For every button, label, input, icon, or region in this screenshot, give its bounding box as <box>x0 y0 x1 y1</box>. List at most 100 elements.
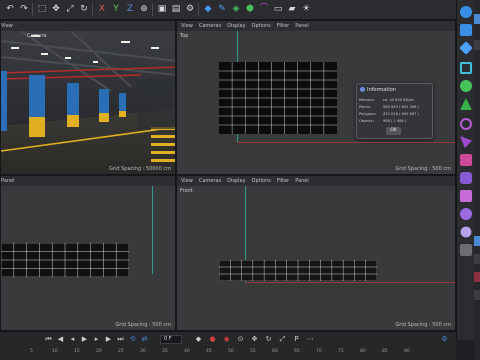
current-frame-field[interactable]: 0 F <box>160 335 182 344</box>
x-axis-icon[interactable]: X <box>96 3 108 15</box>
object-palette <box>456 0 474 340</box>
pen-icon[interactable] <box>460 62 472 74</box>
menu-panel[interactable]: Panel <box>1 178 15 184</box>
timeline-tick-label: 15 <box>74 349 80 354</box>
menu-filter[interactable]: Filter <box>277 178 289 184</box>
grid-spacing-label: Grid Spacing : 500 cm <box>395 322 451 328</box>
next-key-icon[interactable]: ▶ <box>104 335 113 344</box>
cloner-icon[interactable] <box>460 98 472 110</box>
menu-view[interactable]: View <box>181 178 193 184</box>
field-icon[interactable] <box>460 154 472 166</box>
bend-icon[interactable]: ⌒ <box>258 3 270 15</box>
light-icon[interactable] <box>460 226 472 238</box>
scale-icon[interactable]: ⤢ <box>64 3 76 15</box>
grid-spacing-label: Grid Spacing : 500 cm <box>395 166 451 172</box>
menu-display[interactable]: Display <box>227 178 245 184</box>
pen-icon[interactable]: ✎ <box>216 3 228 15</box>
camera-icon[interactable] <box>460 208 472 220</box>
loop-icon[interactable]: ⟲ <box>128 335 137 344</box>
ok-button[interactable]: OK <box>386 127 401 135</box>
main-toolbar: ↶ ↷ ⬚ ✥ ⤢ ↻ X Y Z ⊕ ▣ ▤ ⚙ ◆ ✎ ◈ ⬢ ⌒ ▭ ▰ ☀ <box>0 0 456 20</box>
info-label: Polygons: <box>359 112 377 116</box>
attribute-tab-marker[interactable] <box>474 14 480 24</box>
parking-garage-render <box>1 31 175 174</box>
polygon-icon[interactable] <box>459 41 473 55</box>
attribute-tab-marker[interactable] <box>474 290 480 300</box>
cloner-icon[interactable]: ⬢ <box>244 3 256 15</box>
rotation-key-icon[interactable]: ↻ <box>264 335 273 344</box>
bend-icon[interactable] <box>460 136 472 148</box>
previous-frame-icon[interactable]: ◂ <box>68 335 77 344</box>
loop-range-icon[interactable]: ⇄ <box>140 335 149 344</box>
deformer-icon[interactable] <box>460 118 472 130</box>
attribute-tab-marker[interactable] <box>474 272 480 282</box>
floor-icon[interactable]: ▭ <box>272 3 284 15</box>
sphere-icon[interactable] <box>460 6 472 18</box>
point-level-key-icon[interactable]: ⋯ <box>306 335 315 344</box>
parameter-key-icon[interactable]: P <box>292 335 301 344</box>
light-icon[interactable]: ☀ <box>300 3 312 15</box>
camera-label: Camera <box>27 33 47 39</box>
attribute-tab-marker[interactable] <box>474 254 480 264</box>
timeline-tick-label: 35 <box>162 349 168 354</box>
edit-render-settings-icon[interactable]: ⚙ <box>184 3 196 15</box>
render-view-icon[interactable]: ▣ <box>156 3 168 15</box>
timeline-tick-label: 85 <box>382 349 388 354</box>
info-label: Points: <box>359 105 372 109</box>
menu-cameras[interactable]: Cameras <box>199 178 221 184</box>
building-front-view <box>219 260 377 281</box>
undo-icon[interactable]: ↶ <box>4 3 16 15</box>
perspective-viewport[interactable]: View Camera Grid Spacing: 50000 cm <box>0 20 176 175</box>
x-axis-line <box>237 142 455 143</box>
rotate-icon[interactable]: ↻ <box>78 3 90 15</box>
menu-panel[interactable]: Panel <box>295 178 309 184</box>
right-viewport[interactable]: Panel Grid Spacing : 500 cm <box>0 175 176 331</box>
timeline-tick-label: 50 <box>228 349 234 354</box>
subdivision-icon[interactable]: ◈ <box>230 3 242 15</box>
previous-key-icon[interactable]: ◀ <box>56 335 65 344</box>
keyframe-selection-icon[interactable]: ⊙ <box>236 335 245 344</box>
go-to-start-icon[interactable]: ⏮ <box>44 335 53 344</box>
menu-options[interactable]: Options <box>252 178 271 184</box>
menu-panel[interactable]: Panel <box>295 23 309 29</box>
menu-options[interactable]: Options <box>252 23 271 29</box>
autokey-icon[interactable]: ◉ <box>222 335 231 344</box>
sky-icon[interactable] <box>460 190 472 202</box>
coordinate-system-icon[interactable]: ⊕ <box>138 3 150 15</box>
timeline-tick-label: 90 <box>404 349 410 354</box>
live-selection-icon[interactable]: ⬚ <box>36 3 48 15</box>
keyframe-icon[interactable]: ◆ <box>194 335 203 344</box>
info-label: Objects: <box>359 119 374 123</box>
render-picture-viewer-icon[interactable]: ▤ <box>170 3 182 15</box>
cube-icon[interactable] <box>460 24 472 36</box>
camera-icon[interactable]: ▰ <box>286 3 298 15</box>
next-frame-icon[interactable]: ▸ <box>92 335 101 344</box>
record-icon[interactable]: ● <box>208 335 217 344</box>
timeline-tick-label: 65 <box>294 349 300 354</box>
tag-icon[interactable] <box>460 244 472 256</box>
menu-cameras[interactable]: Cameras <box>199 23 221 29</box>
timeline-tick-label: 20 <box>96 349 102 354</box>
menu-view[interactable]: View <box>181 23 193 29</box>
front-menu: View Cameras Display Options Filter Panel <box>177 176 455 186</box>
subdivision-icon[interactable] <box>460 80 472 92</box>
timeline-tick-label: 10 <box>52 349 58 354</box>
timeline-tick-label: 25 <box>118 349 124 354</box>
attribute-tab-marker[interactable] <box>474 40 480 50</box>
scale-key-icon[interactable]: ⤢ <box>278 335 287 344</box>
play-icon[interactable]: ▶ <box>80 335 89 344</box>
go-to-end-icon[interactable]: ⏭ <box>116 335 125 344</box>
z-axis-icon[interactable]: Z <box>124 3 136 15</box>
floor-icon[interactable] <box>460 172 472 184</box>
menu-view[interactable]: View <box>1 23 13 29</box>
redo-icon[interactable]: ↷ <box>18 3 30 15</box>
timeline-settings-icon[interactable]: ⚙ <box>440 335 449 344</box>
menu-filter[interactable]: Filter <box>277 23 289 29</box>
attribute-tab-marker[interactable] <box>474 236 480 246</box>
menu-display[interactable]: Display <box>227 23 245 29</box>
position-key-icon[interactable]: ✥ <box>250 335 259 344</box>
cube-icon[interactable]: ◆ <box>202 3 214 15</box>
move-icon[interactable]: ✥ <box>50 3 62 15</box>
y-axis-icon[interactable]: Y <box>110 3 122 15</box>
front-viewport[interactable]: View Cameras Display Options Filter Panel Fro… <box>176 175 456 331</box>
